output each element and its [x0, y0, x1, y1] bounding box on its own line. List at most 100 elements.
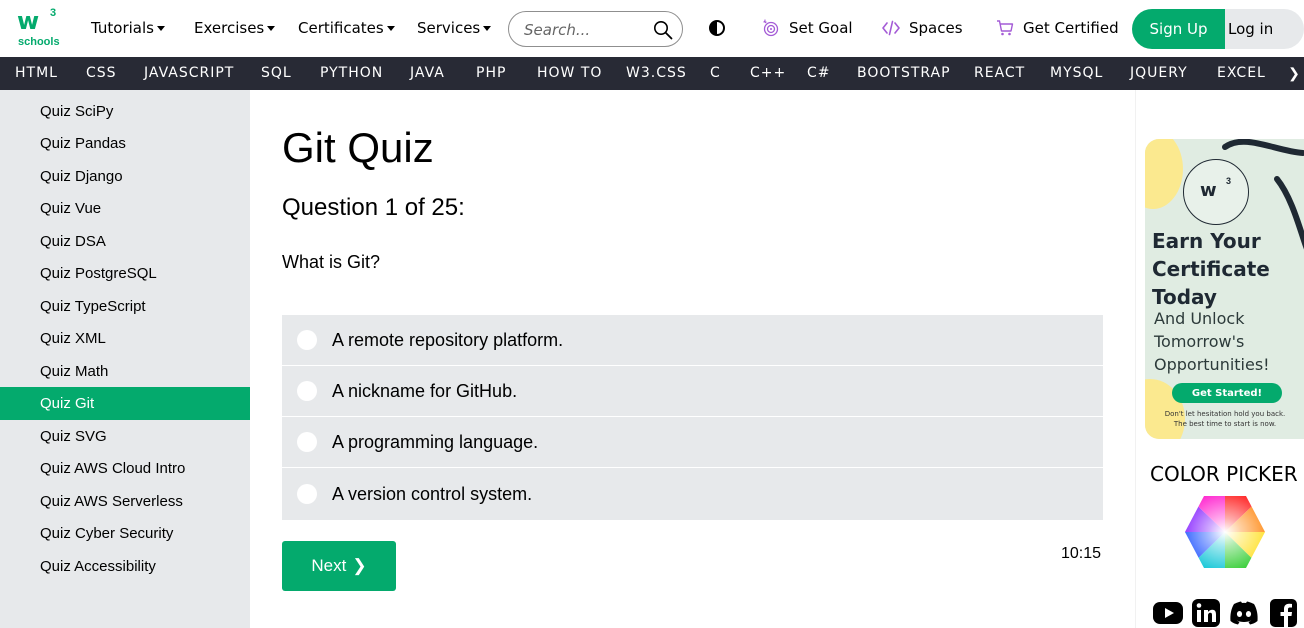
ad-headline-line: Certificate [1152, 257, 1270, 281]
lang-link-react[interactable]: REACT [974, 65, 1025, 81]
nav-services-label: Services [417, 19, 481, 37]
sidebar-item-quiz-math[interactable]: Quiz Math [0, 355, 250, 388]
answer-option-label: A version control system. [332, 483, 533, 504]
sign-up-button[interactable]: Sign Up [1132, 9, 1225, 49]
ad-fine-print-line: Don't let hesitation hold you back. [1164, 410, 1286, 418]
sidebar-item-quiz-postgresql[interactable]: Quiz PostgreSQL [0, 257, 250, 290]
sidebar-item-quiz-xml[interactable]: Quiz XML [0, 322, 250, 355]
answer-options: A remote repository platform. A nickname… [282, 315, 1103, 520]
ad-headline: Earn Your Certificate Today [1152, 227, 1270, 311]
page-title: Git Quiz [282, 124, 434, 171]
caret-down-icon [267, 26, 276, 31]
sidebar-item-quiz-django[interactable]: Quiz Django [0, 160, 250, 193]
sidebar-item-quiz-typescript[interactable]: Quiz TypeScript [0, 290, 250, 323]
lang-link-javascript[interactable]: JAVASCRIPT [144, 65, 234, 81]
discord-icon[interactable] [1228, 598, 1260, 628]
youtube-icon[interactable] [1152, 598, 1184, 628]
logo-wordmark: schools [18, 36, 60, 48]
target-icon [763, 19, 779, 37]
ad-subheadline-line: Opportunities! [1154, 355, 1270, 374]
logo-mark: w [17, 7, 39, 35]
lang-link-cpp[interactable]: C++ [750, 65, 786, 81]
radio-button[interactable] [297, 484, 317, 504]
ad-subheadline-line: And Unlock [1154, 309, 1245, 328]
lang-link-python[interactable]: PYTHON [320, 65, 383, 81]
sidebar-item-quiz-accessibility[interactable]: Quiz Accessibility [0, 550, 250, 583]
logo-superscript: 3 [50, 7, 57, 19]
spaces-link[interactable]: Spaces [882, 19, 963, 37]
answer-option[interactable]: A programming language. [282, 417, 1103, 468]
radio-button[interactable] [297, 330, 317, 350]
radio-button[interactable] [297, 381, 317, 401]
caret-down-icon [483, 26, 492, 31]
language-bar: HTML CSS JAVASCRIPT SQL PYTHON JAVA PHP … [0, 57, 1304, 90]
contrast-icon[interactable] [709, 20, 725, 36]
color-picker-icon[interactable] [1184, 495, 1266, 569]
get-certified-link[interactable]: Get Certified [996, 19, 1119, 37]
ad-fine-print: Don't let hesitation hold you back. The … [1145, 409, 1304, 429]
sidebar-item-quiz-scipy[interactable]: Quiz SciPy [0, 95, 250, 128]
sidebar-item-quiz-aws-cloud[interactable]: Quiz AWS Cloud Intro [0, 452, 250, 485]
nav-certificates-menu[interactable]: Certificates [298, 19, 395, 37]
lang-link-excel[interactable]: EXCEL [1217, 65, 1266, 81]
sidebar-item-quiz-cyber-security[interactable]: Quiz Cyber Security [0, 517, 250, 550]
certificate-badge-icon: w 3 [1183, 159, 1249, 225]
quiz-timer: 10:15 [1061, 545, 1102, 562]
lang-link-java[interactable]: JAVA [410, 65, 445, 81]
lang-link-howto[interactable]: HOW TO [537, 65, 602, 81]
sidebar-item-quiz-svg[interactable]: Quiz SVG [0, 420, 250, 453]
search-input[interactable] [524, 20, 644, 39]
lang-link-mysql[interactable]: MYSQL [1050, 65, 1103, 81]
search-icon[interactable] [653, 20, 673, 40]
answer-option[interactable]: A remote repository platform. [282, 315, 1103, 366]
lang-link-html[interactable]: HTML [15, 65, 58, 81]
answer-option-label: A programming language. [332, 431, 539, 452]
ad-subheadline: And Unlock Tomorrow's Opportunities! [1154, 307, 1270, 376]
sidebar-item-quiz-vue[interactable]: Quiz Vue [0, 192, 250, 225]
chevron-right-icon: ❯ [352, 556, 367, 575]
question-counter: Question 1 of 25: [282, 194, 465, 221]
sidebar-item-quiz-git[interactable]: Quiz Git [0, 387, 250, 420]
certificate-ad-banner[interactable]: w 3 Earn Your Certificate Today And Unlo… [1145, 139, 1304, 439]
get-started-button[interactable]: Get Started! [1172, 383, 1282, 403]
main-content: Git Quiz Question 1 of 25: What is Git? … [250, 90, 1135, 628]
sidebar-item-quiz-dsa[interactable]: Quiz DSA [0, 225, 250, 258]
nav-exercises-menu[interactable]: Exercises [194, 19, 276, 37]
lang-link-bootstrap[interactable]: BOOTSTRAP [857, 65, 951, 81]
lang-link-c[interactable]: C [710, 65, 721, 81]
set-goal-label: Set Goal [789, 19, 853, 37]
lang-link-sql[interactable]: SQL [261, 65, 292, 81]
badge-logo-superscript: 3 [1226, 176, 1232, 186]
badge-logo-mark: w [1200, 180, 1217, 201]
answer-option[interactable]: A nickname for GitHub. [282, 366, 1103, 417]
w3schools-logo[interactable]: w 3 schools [17, 7, 60, 48]
sidebar-item-quiz-pandas[interactable]: Quiz Pandas [0, 127, 250, 160]
nav-services-menu[interactable]: Services [417, 19, 492, 37]
lang-link-jquery[interactable]: JQUERY [1130, 65, 1188, 81]
radio-button[interactable] [297, 432, 317, 452]
spaces-label: Spaces [909, 19, 963, 37]
caret-down-icon [386, 26, 395, 31]
caret-down-icon [156, 26, 165, 31]
decorative-blob [1145, 139, 1183, 209]
lang-link-w3css[interactable]: W3.CSS [626, 65, 687, 81]
nav-tutorials-menu[interactable]: Tutorials [91, 19, 165, 37]
next-button-label: Next [311, 556, 347, 575]
linkedin-icon[interactable] [1190, 598, 1222, 628]
facebook-icon[interactable] [1267, 598, 1299, 628]
answer-option[interactable]: A version control system. [282, 468, 1103, 520]
log-in-button[interactable]: Log in [1225, 9, 1304, 49]
question-text: What is Git? [282, 252, 381, 272]
sidebar: Quiz SciPy Quiz Pandas Quiz Django Quiz … [0, 90, 250, 628]
lang-link-php[interactable]: PHP [476, 65, 506, 81]
ad-fine-print-line: The best time to start is now. [1173, 420, 1277, 428]
chevron-right-icon[interactable]: ❯ [1284, 57, 1304, 90]
sidebar-item-quiz-aws-serverless[interactable]: Quiz AWS Serverless [0, 485, 250, 518]
top-navbar: w 3 schools Tutorials Exercises Certific… [0, 0, 1304, 57]
next-button[interactable]: Next ❯ [282, 541, 396, 591]
lang-link-css[interactable]: CSS [86, 65, 117, 81]
ad-headline-line: Earn Your [1152, 229, 1261, 253]
lang-link-csharp[interactable]: C# [807, 65, 831, 81]
answer-option-label: A nickname for GitHub. [332, 380, 518, 401]
set-goal-link[interactable]: Set Goal [762, 19, 853, 37]
